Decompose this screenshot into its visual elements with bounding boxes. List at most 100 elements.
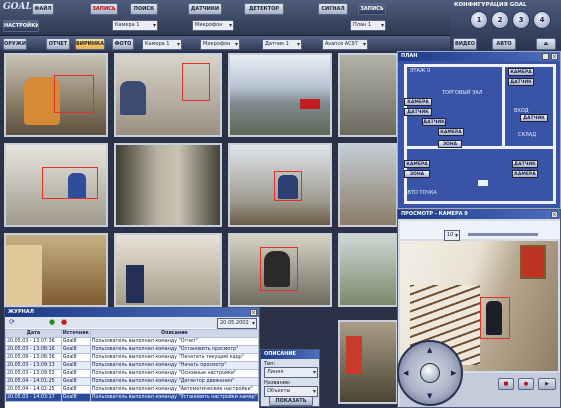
table-row[interactable]: 20.05.04 - 14:01:25 Goal8 Пользователь вып… bbox=[5, 377, 259, 386]
arrow-right-icon[interactable]: ▶ bbox=[451, 369, 456, 377]
log-cell-description: Пользователь выполнил команду "Остановит… bbox=[89, 345, 259, 354]
config-button-3[interactable]: 3 bbox=[512, 11, 530, 29]
audio-device-select[interactable]: Avance AC97 bbox=[322, 39, 368, 50]
btn-report[interactable]: ОТЧЕТ bbox=[46, 38, 70, 50]
camera-tile-2[interactable] bbox=[114, 53, 222, 137]
viewer-next-button[interactable]: ▶ bbox=[538, 378, 556, 390]
wall-vertical bbox=[502, 64, 505, 146]
plan-zone-button[interactable]: ЗОНА bbox=[438, 140, 462, 148]
table-row[interactable]: 20.05.03 - 13:08:16 Goal8 Пользователь вып… bbox=[5, 345, 259, 354]
table-row[interactable]: 20.05.03 - 13:07:36 Goal8 Пользователь вып… bbox=[5, 337, 259, 346]
camera-tile-6[interactable] bbox=[114, 143, 222, 227]
viewer-scene-painting bbox=[520, 245, 546, 279]
camera-tile-12[interactable] bbox=[338, 233, 398, 307]
sensor-select[interactable]: Датчик 1 bbox=[262, 39, 302, 50]
config-auto-button[interactable]: АВТО bbox=[492, 38, 516, 50]
log-date-select[interactable]: 20.05.2002 bbox=[217, 318, 257, 329]
type-select[interactable]: Линия bbox=[264, 367, 318, 378]
plan-sensor-button[interactable]: ДАТЧИК bbox=[422, 118, 446, 126]
camera-tile-10[interactable] bbox=[114, 233, 222, 307]
config-button-1[interactable]: 1 bbox=[470, 11, 488, 29]
config-eject-button[interactable]: ⏏ bbox=[536, 38, 556, 50]
menu-record[interactable]: ЗАПИСЬ bbox=[90, 3, 118, 15]
play-icon[interactable]: ● bbox=[49, 318, 55, 326]
menu-search[interactable]: ПОИСК bbox=[130, 3, 158, 15]
log-table-wrap: Дата Источник Описание 20.05.03 - 13:07:… bbox=[5, 329, 259, 408]
log-table: Дата Источник Описание 20.05.03 - 13:07:… bbox=[5, 329, 259, 402]
plan-camera-button[interactable]: КАМЕРА bbox=[512, 170, 538, 178]
close-icon[interactable]: × bbox=[250, 309, 257, 316]
log-cell-source: Goal8 bbox=[60, 345, 91, 354]
close-icon[interactable]: × bbox=[551, 53, 558, 60]
table-row[interactable]: 20.05.03 - 13:09:53 Goal8 Пользователь вып… bbox=[5, 369, 259, 378]
menu-record-2[interactable]: ЗАПИСЬ bbox=[358, 3, 386, 15]
viewer-time-input[interactable]: 10 bbox=[444, 230, 460, 241]
config-button-2[interactable]: 2 bbox=[491, 11, 509, 29]
plan-sensor-button[interactable]: ДАТЧИК bbox=[520, 114, 548, 122]
arrow-left-icon[interactable]: ◀ bbox=[403, 369, 408, 377]
menu-sensors[interactable]: ДАТЧИКИ bbox=[188, 3, 222, 15]
floor-select[interactable]: План 1 bbox=[350, 20, 386, 31]
menu-detector[interactable]: ДЕТЕКТОР bbox=[244, 3, 284, 15]
plan-sensor-button[interactable]: ДАТЧИК bbox=[404, 108, 432, 116]
viewer-title: ПРОСМОТР - КАМЕРА 9 bbox=[398, 210, 560, 219]
plan-camera-button[interactable]: КАМЕРА bbox=[404, 160, 430, 168]
ptz-joystick[interactable]: ▲ ▼ ◀ ▶ bbox=[397, 340, 463, 406]
camera-tile-7[interactable] bbox=[228, 143, 332, 227]
config-button-4[interactable]: 4 bbox=[533, 11, 551, 29]
plan-camera-button[interactable]: КАМЕРА bbox=[438, 128, 464, 136]
viewer-toolbar bbox=[400, 221, 560, 239]
camera-tile-5[interactable] bbox=[4, 143, 108, 227]
camera-tile-14[interactable] bbox=[338, 320, 398, 404]
show-button[interactable]: ПОКАЗАТЬ bbox=[269, 396, 313, 406]
log-cell-source: Goal8 bbox=[60, 377, 91, 386]
plan-zone-button[interactable]: ЗОНА bbox=[404, 170, 430, 178]
camera-tile-9[interactable] bbox=[4, 233, 108, 307]
menu-signal[interactable]: СИГНАЛ bbox=[318, 3, 348, 15]
plan-camera-button[interactable]: КАМЕРА bbox=[404, 98, 432, 106]
menu-file[interactable]: ФАЙЛ bbox=[32, 3, 54, 15]
camera-tile-1[interactable] bbox=[4, 53, 108, 137]
stop-icon[interactable]: ● bbox=[61, 318, 67, 326]
viewer-stop-button[interactable]: ■ bbox=[498, 378, 514, 390]
camera-select-1[interactable]: Камера 1 bbox=[112, 20, 158, 31]
auto-point-label: АВТО ТОЧКА bbox=[404, 190, 437, 196]
log-cell-source: Goal8 bbox=[60, 369, 91, 378]
table-row[interactable]: 20.05.03 - 14:03:17 Goal8 Пользователь вып… bbox=[5, 393, 259, 402]
mic-select-1[interactable]: Микрофон bbox=[192, 20, 234, 31]
log-col-date[interactable]: Дата bbox=[5, 329, 62, 338]
camera-tile-3[interactable] bbox=[228, 53, 332, 137]
log-window: ЖУРНАЛ × ⟳ ● ● 20.05.2002 Дата Источник … bbox=[4, 307, 260, 408]
arrow-up-icon[interactable]: ▲ bbox=[427, 346, 432, 354]
ptz-center[interactable] bbox=[420, 363, 440, 383]
table-row[interactable]: 20.05.03 - 13:09:13 Goal8 Пользователь вып… bbox=[5, 361, 259, 370]
plan-sensor-button[interactable]: ДАТЧИК bbox=[508, 78, 534, 86]
log-cell-date: 20.05.03 - 14:03:17 bbox=[5, 393, 62, 402]
btn-showcase[interactable]: ВИРИНКА bbox=[75, 38, 105, 50]
mic-select-2[interactable]: Микрофон bbox=[200, 39, 240, 50]
camera-tile-11[interactable] bbox=[228, 233, 332, 307]
camera-tile-4[interactable] bbox=[338, 53, 398, 137]
viewer-record-button[interactable]: ● bbox=[518, 378, 534, 390]
log-cell-date: 20.05.09 - 13:08:36 bbox=[5, 353, 62, 362]
table-row[interactable]: 20.05.04 - 14:02:25 Goal8 Пользователь вып… bbox=[5, 385, 259, 394]
config-video-button[interactable]: ВИДЕО bbox=[453, 38, 477, 50]
btn-photo[interactable]: ФОТО bbox=[112, 38, 134, 50]
settings-button[interactable]: НАСТРОЙКИ bbox=[3, 20, 39, 32]
close-icon[interactable]: × bbox=[551, 211, 558, 218]
table-row[interactable]: 20.05.09 - 13:08:36 Goal8 Пользователь вып… bbox=[5, 353, 259, 362]
viewer-zoom-slider[interactable] bbox=[468, 233, 538, 236]
minimize-icon[interactable]: _ bbox=[542, 53, 549, 60]
btn-weapon[interactable]: ОРУЖИЕ bbox=[3, 38, 27, 50]
camera-tile-8[interactable] bbox=[338, 143, 398, 227]
log-col-description[interactable]: Описание bbox=[89, 329, 259, 338]
log-cell-description: Пользователь выполнил команду "Основные … bbox=[89, 369, 259, 378]
plan-sensor-button[interactable]: ДАТЧИК bbox=[512, 160, 538, 168]
log-col-source[interactable]: Источник bbox=[60, 329, 91, 338]
plan-title: ПЛАН bbox=[398, 52, 560, 61]
plan-camera-button[interactable]: КАМЕРА bbox=[508, 68, 534, 76]
arrow-down-icon[interactable]: ▼ bbox=[427, 392, 432, 400]
camera-select-2[interactable]: Камера 1 bbox=[142, 39, 182, 50]
config-title: КОНФИГУРАЦИЯ GOAL bbox=[454, 2, 527, 8]
refresh-icon[interactable]: ⟳ bbox=[9, 318, 15, 326]
